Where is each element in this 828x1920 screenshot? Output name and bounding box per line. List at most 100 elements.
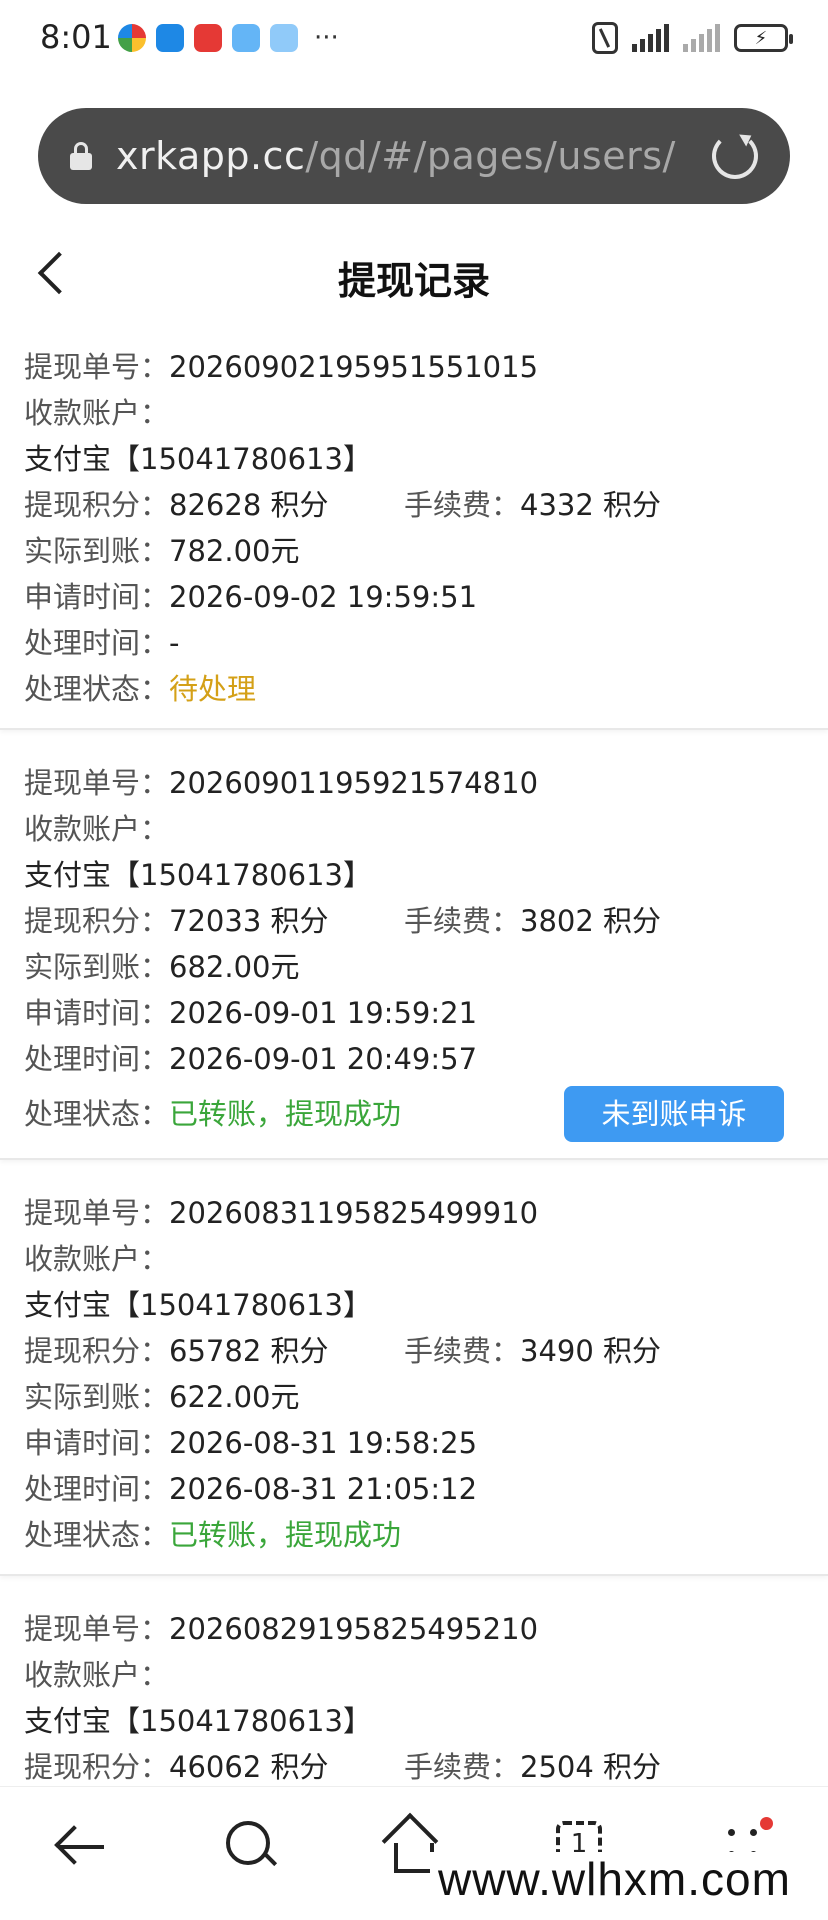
url-text[interactable]: xrkapp.cc/qd/#/pages/users/wit [116, 134, 676, 178]
page-title: 提现记录 [337, 259, 490, 303]
process-time-value: 2026-08-31 21:05:12 [169, 1472, 478, 1506]
account-value: 支付宝【15041780613】 [24, 858, 372, 892]
battery-icon: ⚡ [734, 24, 793, 52]
account-value: 支付宝【15041780613】 [24, 1288, 372, 1322]
fee-label: 手续费： [404, 1750, 521, 1784]
apply-time-row: 申请时间：2026-09-02 19:59:51 [24, 574, 804, 620]
fee-group: 手续费：3490 积分 [404, 1328, 661, 1374]
received-label: 实际到账： [24, 1380, 170, 1414]
signal-icon [632, 24, 669, 52]
watermark: www.wlhxm.com [430, 1852, 799, 1906]
address-bar[interactable]: xrkapp.cc/qd/#/pages/users/wit [38, 108, 790, 204]
signal-icon-secondary [683, 24, 720, 52]
notification-badge [760, 1817, 773, 1830]
lock-icon[interactable] [70, 142, 92, 170]
system-status: ⚡ [592, 22, 793, 54]
process-time-row: 处理时间：2026-09-01 20:49:57 [24, 1036, 804, 1082]
appeal-button[interactable]: 未到账申诉 [564, 1086, 784, 1142]
apply-time-value: 2026-09-01 19:59:21 [169, 996, 478, 1030]
apply-time-value: 2026-09-02 19:59:51 [169, 580, 478, 614]
points-row: 提现积分：72033 积分 手续费：3802 积分 [24, 898, 804, 944]
search-icon[interactable] [222, 1817, 282, 1877]
points-value: 72033 积分 [169, 904, 329, 938]
apply-time-label: 申请时间： [24, 1426, 170, 1460]
process-time-label: 处理时间： [24, 1472, 170, 1506]
order-number-row: 提现单号：20260831195825499910 [24, 1190, 804, 1236]
account-value: 支付宝【15041780613】 [24, 442, 372, 476]
received-row: 实际到账：622.00元 [24, 1374, 804, 1420]
status-bar: 8:01 ··· ⚡ [0, 0, 828, 80]
status-badge: 待处理 [169, 672, 257, 706]
fee-group: 手续费：3802 积分 [404, 898, 661, 944]
status-badge: 已转账，提现成功 [169, 1097, 402, 1131]
order-number-row: 提现单号：20260901195921574810 [24, 760, 804, 806]
fee-value: 4332 积分 [520, 488, 662, 522]
order-number-label: 提现单号： [24, 1196, 170, 1230]
nav-back-icon[interactable] [52, 1817, 112, 1877]
process-time-row: 处理时间：2026-08-31 21:05:12 [24, 1466, 804, 1512]
withdrawal-record: 提现单号：20260901195921574810 收款账户： 支付宝【1504… [0, 746, 828, 1160]
apply-time-row: 申请时间：2026-09-01 19:59:21 [24, 990, 804, 1036]
fee-value: 2504 积分 [520, 1750, 662, 1784]
status-badge: 已转账，提现成功 [169, 1518, 402, 1552]
points-value: 46062 积分 [169, 1750, 329, 1784]
points-label: 提现积分： [24, 488, 170, 522]
order-number: 20260901195921574810 [169, 766, 539, 800]
points-label: 提现积分： [24, 1750, 170, 1784]
order-number-label: 提现单号： [24, 1612, 170, 1646]
received-value: 622.00元 [169, 1380, 300, 1414]
fee-group: 手续费：4332 积分 [404, 482, 661, 528]
page-header: 提现记录 [0, 234, 828, 314]
more-notifications-icon: ··· [314, 23, 339, 53]
points-value: 82628 积分 [169, 488, 329, 522]
status-time: 8:01 [40, 18, 112, 56]
status-row: 处理状态：已转账，提现成功 未到账申诉 [24, 1086, 804, 1142]
account-label: 收款账户： [24, 812, 170, 846]
received-label: 实际到账： [24, 950, 170, 984]
reload-icon[interactable] [712, 133, 758, 179]
status-row: 处理状态：待处理 [24, 666, 804, 712]
order-number-label: 提现单号： [24, 766, 170, 800]
apply-time-label: 申请时间： [24, 996, 170, 1030]
fee-value: 3802 积分 [520, 904, 662, 938]
url-path: /qd/#/pages/users/wit [305, 134, 676, 178]
received-value: 682.00元 [169, 950, 300, 984]
received-value: 782.00元 [169, 534, 300, 568]
order-number: 20260902195951551015 [169, 350, 539, 384]
received-row: 实际到账：782.00元 [24, 528, 804, 574]
account-label: 收款账户： [24, 396, 170, 430]
status-row: 处理状态：已转账，提现成功 [24, 1512, 804, 1558]
fee-label: 手续费： [404, 1334, 521, 1368]
fee-group: 手续费：2504 积分 [404, 1744, 661, 1790]
order-number-row: 提现单号：20260902195951551015 [24, 344, 804, 390]
fee-label: 手续费： [404, 904, 521, 938]
points-value: 65782 积分 [169, 1334, 329, 1368]
app-icon [194, 24, 222, 52]
points-label: 提现积分： [24, 904, 170, 938]
account-label: 收款账户： [24, 1242, 170, 1276]
account-label: 收款账户： [24, 1658, 170, 1692]
nfc-icon [592, 22, 618, 54]
apply-time-row: 申请时间：2026-08-31 19:58:25 [24, 1420, 804, 1466]
process-time-value: - [169, 626, 180, 660]
points-label: 提现积分： [24, 1334, 170, 1368]
order-number: 20260829195825495210 [169, 1612, 539, 1646]
process-time-label: 处理时间： [24, 1042, 170, 1076]
withdrawal-record: 提现单号：20260831195825499910 收款账户： 支付宝【1504… [0, 1176, 828, 1576]
app-icon [270, 24, 298, 52]
points-row: 提现积分：65782 积分 手续费：3490 积分 [24, 1328, 804, 1374]
fee-label: 手续费： [404, 488, 521, 522]
order-number-row: 提现单号：20260829195825495210 [24, 1606, 804, 1652]
url-host: xrkapp.cc [116, 134, 306, 178]
message-icon [156, 24, 184, 52]
received-row: 实际到账：682.00元 [24, 944, 804, 990]
status-label: 处理状态： [24, 1518, 170, 1552]
status-label: 处理状态： [24, 672, 170, 706]
fee-value: 3490 积分 [520, 1334, 662, 1368]
order-number: 20260831195825499910 [169, 1196, 539, 1230]
app-icon [232, 24, 260, 52]
account-value: 支付宝【15041780613】 [24, 1704, 372, 1738]
points-row: 提现积分：82628 积分 手续费：4332 积分 [24, 482, 804, 528]
order-number-label: 提现单号： [24, 350, 170, 384]
apply-time-value: 2026-08-31 19:58:25 [169, 1426, 478, 1460]
